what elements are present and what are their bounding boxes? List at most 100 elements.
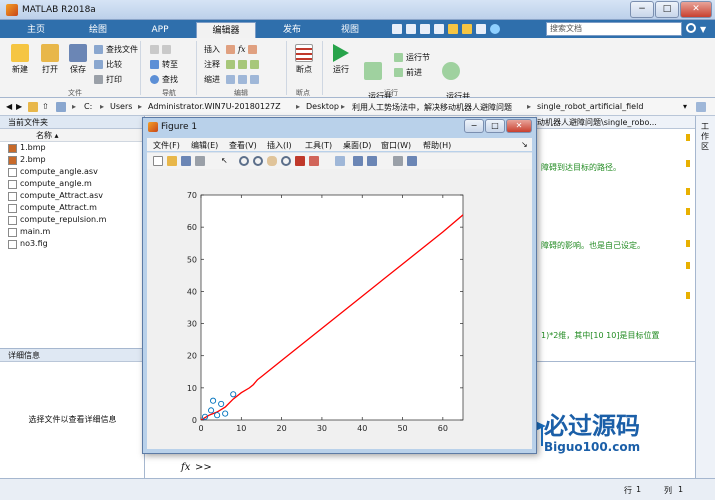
- figure-close-button[interactable]: ✕: [506, 119, 532, 133]
- code-comment[interactable]: 障碍到达目标的路径。: [541, 162, 621, 173]
- path-segment[interactable]: C:: [84, 102, 92, 111]
- insert-tools[interactable]: fx: [226, 44, 260, 55]
- tab-view[interactable]: 视图: [320, 22, 380, 38]
- browse-folder-icon[interactable]: [28, 102, 38, 112]
- menu-insert[interactable]: 插入(I): [267, 140, 292, 151]
- editor-file-tab[interactable]: 动机器人避障问题\single_robo...: [535, 116, 695, 129]
- pan-icon[interactable]: [267, 156, 277, 166]
- file-list-item[interactable]: no3.fig: [0, 238, 144, 250]
- comment-tools[interactable]: [226, 59, 262, 70]
- indent-tools[interactable]: [226, 74, 262, 85]
- menu-dock-icon[interactable]: ↘: [521, 140, 528, 149]
- tab-home[interactable]: 主页: [6, 22, 66, 38]
- chevron-down-icon[interactable]: ▼: [700, 25, 706, 34]
- path-segment[interactable]: Users: [110, 102, 132, 111]
- paste-quick-icon[interactable]: [434, 24, 444, 34]
- file-list-item[interactable]: 2.bmp: [0, 154, 144, 166]
- tab-apps[interactable]: APP: [130, 22, 190, 38]
- search-docs-input[interactable]: 搜索文档: [546, 22, 682, 36]
- show-plot-tools-icon[interactable]: [407, 156, 417, 166]
- file-list-item[interactable]: main.m: [0, 226, 144, 238]
- undo-quick-icon[interactable]: [448, 24, 458, 34]
- copy-quick-icon[interactable]: [420, 24, 430, 34]
- tab-editor[interactable]: 编辑器: [196, 22, 256, 38]
- brush-icon[interactable]: [309, 156, 319, 166]
- find-button[interactable]: 查找: [150, 74, 178, 85]
- menu-help[interactable]: 帮助(H): [423, 140, 451, 151]
- path-segment[interactable]: 利用人工势场法中，解决移动机器人避障问题: [352, 102, 512, 113]
- menu-desktop[interactable]: 桌面(D): [343, 140, 371, 151]
- edit-plot-icon[interactable]: ↖: [221, 156, 231, 166]
- file-list-item[interactable]: compute_angle.m: [0, 178, 144, 190]
- find-files-button[interactable]: 查找文件: [94, 44, 138, 55]
- hide-plot-tools-icon[interactable]: [393, 156, 403, 166]
- file-list-item[interactable]: compute_Attract.asv: [0, 190, 144, 202]
- figure-minimize-button[interactable]: −: [464, 119, 484, 133]
- save-button[interactable]: 保存: [64, 44, 92, 74]
- code-analyzer-mark[interactable]: [686, 292, 690, 299]
- plot-axes[interactable]: 0 10 20 30 40 50 60 0 10 20 30 40 50 60 70: [147, 169, 532, 449]
- code-comment[interactable]: 1)*2维，其中[10 10]是目标位置: [541, 330, 659, 341]
- figure-canvas[interactable]: 0 10 20 30 40 50 60 0 10 20 30 40 50 60 70: [147, 169, 532, 449]
- file-list-item[interactable]: 1.bmp: [0, 142, 144, 154]
- code-analyzer-mark[interactable]: [686, 208, 690, 215]
- code-comment[interactable]: 障碍的影响。也是自己设定。: [541, 240, 645, 251]
- code-analyzer-mark[interactable]: [686, 134, 690, 141]
- run-button[interactable]: 运行: [328, 44, 354, 74]
- new-button[interactable]: 新建: [6, 44, 34, 74]
- file-list-item[interactable]: compute_Attract.m: [0, 202, 144, 214]
- path-segment[interactable]: single_robot_artificial_field: [537, 102, 643, 111]
- data-cursor-icon[interactable]: [295, 156, 305, 166]
- path-segment[interactable]: Administrator.WIN7U-20180127Z: [148, 102, 281, 111]
- zoom-in-icon[interactable]: [239, 156, 249, 166]
- tab-publish[interactable]: 发布: [262, 22, 322, 38]
- comment-button[interactable]: 注释: [204, 59, 220, 70]
- switch-windows-icon[interactable]: [476, 24, 486, 34]
- cut-quick-icon[interactable]: [406, 24, 416, 34]
- file-list-item[interactable]: compute_angle.asv: [0, 166, 144, 178]
- help-quick-icon[interactable]: [490, 24, 500, 34]
- save-quick-icon[interactable]: [392, 24, 402, 34]
- workspace-sidebar[interactable]: 工作区: [695, 116, 715, 478]
- name-column-header[interactable]: 名称 ▴: [0, 129, 144, 142]
- figure-window[interactable]: Figure 1 − □ ✕ 文件(F) 编辑(E) 查看(V) 插入(I) 工…: [142, 117, 537, 454]
- code-analyzer-mark[interactable]: [686, 262, 690, 269]
- menu-view[interactable]: 查看(V): [229, 140, 257, 151]
- insert-colorbar-icon[interactable]: [353, 156, 363, 166]
- rotate-3d-icon[interactable]: [281, 156, 291, 166]
- file-list-item[interactable]: compute_repulsion.m: [0, 214, 144, 226]
- run-section-button[interactable]: 运行节: [394, 52, 430, 63]
- code-analyzer-mark[interactable]: [686, 188, 690, 195]
- menu-file[interactable]: 文件(F): [153, 140, 180, 151]
- tab-plots[interactable]: 绘图: [68, 22, 128, 38]
- breakpoints-button[interactable]: 断点: [292, 44, 316, 74]
- save-figure-icon[interactable]: [181, 156, 191, 166]
- command-prompt[interactable]: >>: [195, 462, 212, 473]
- goto-button[interactable]: 转至: [150, 59, 178, 70]
- figure-maximize-button[interactable]: □: [485, 119, 505, 133]
- link-plot-icon[interactable]: [335, 156, 345, 166]
- insert-button[interactable]: 插入: [204, 44, 220, 55]
- minimize-button[interactable]: −: [630, 1, 654, 18]
- browse-icon[interactable]: [696, 102, 706, 112]
- forward-icon[interactable]: ▶: [16, 102, 22, 111]
- open-button[interactable]: 打开: [36, 44, 64, 74]
- new-figure-icon[interactable]: [153, 156, 163, 166]
- maximize-button[interactable]: □: [655, 1, 679, 18]
- redo-quick-icon[interactable]: [462, 24, 472, 34]
- print-figure-icon[interactable]: [195, 156, 205, 166]
- chevron-down-icon[interactable]: ▾: [683, 102, 687, 111]
- advance-button[interactable]: 前进: [394, 67, 422, 78]
- menu-edit[interactable]: 编辑(E): [191, 140, 218, 151]
- menu-window[interactable]: 窗口(W): [381, 140, 411, 151]
- search-icon[interactable]: [686, 23, 696, 33]
- back-icon[interactable]: ◀: [6, 102, 12, 111]
- fx-icon[interactable]: fx: [181, 462, 190, 473]
- close-button[interactable]: ✕: [680, 1, 712, 18]
- print-button[interactable]: 打印: [94, 74, 122, 85]
- zoom-out-icon[interactable]: [253, 156, 263, 166]
- code-analyzer-mark[interactable]: [686, 160, 690, 167]
- insert-legend-icon[interactable]: [367, 156, 377, 166]
- path-segment[interactable]: Desktop: [306, 102, 339, 111]
- nav-back-forward[interactable]: [150, 44, 174, 55]
